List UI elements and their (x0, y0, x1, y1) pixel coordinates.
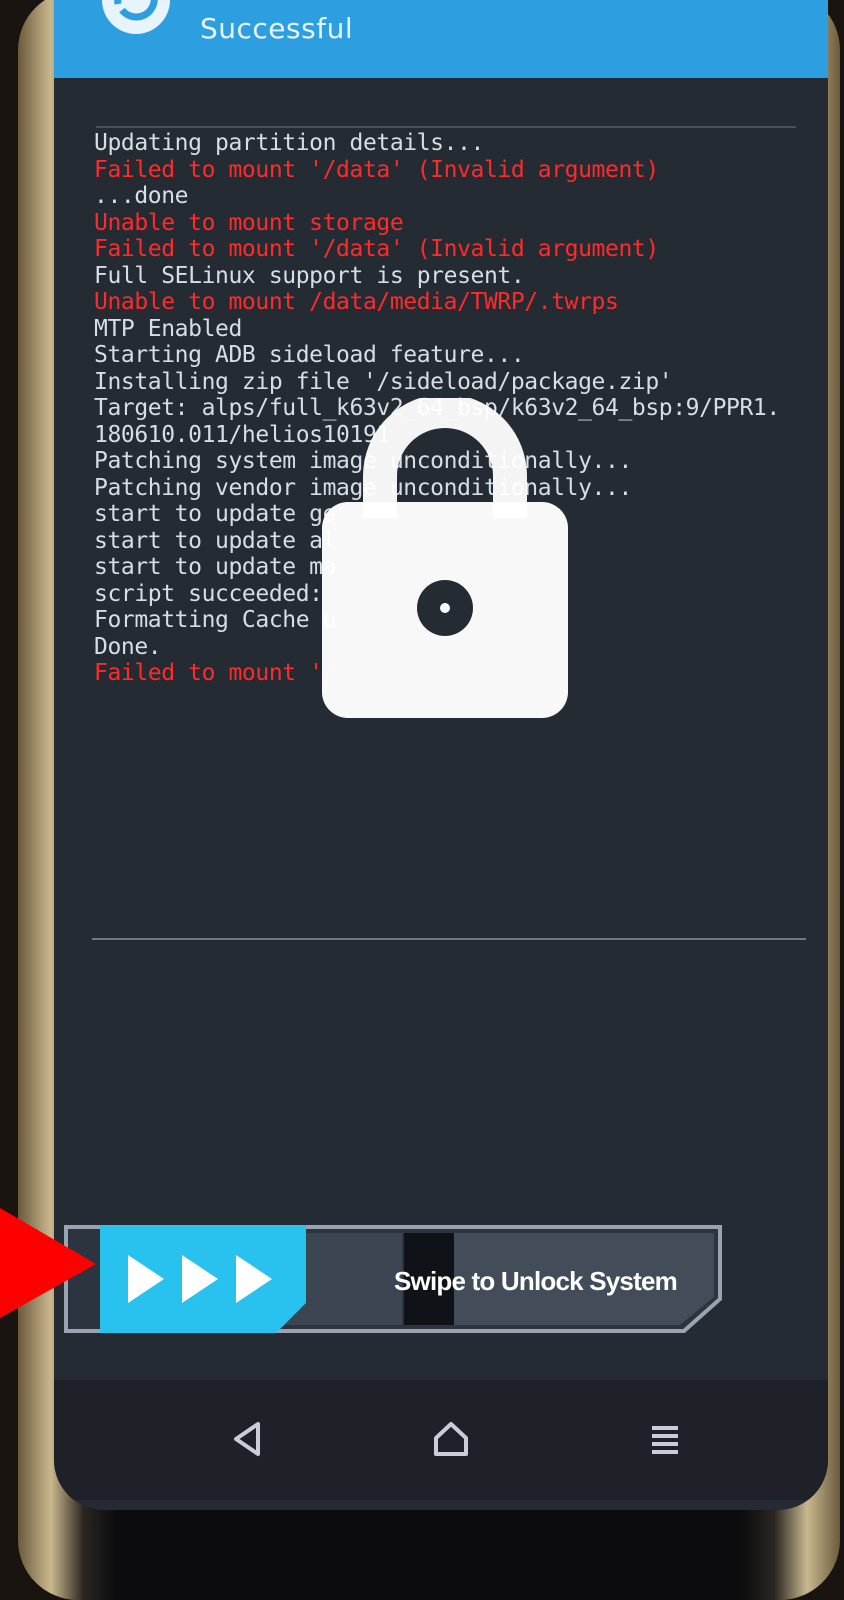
console-error-line: Unable to mount storage (94, 209, 404, 236)
console-error-line: Failed to mount '/data' (Invalid argumen… (94, 236, 659, 262)
phone-bezel: Successful Updating partition details...… (18, 0, 840, 1600)
console-line: ...done (94, 183, 189, 209)
menu-icon[interactable] (640, 1414, 690, 1464)
lock-icon (322, 398, 568, 718)
console-line: Full SELinux support is present. (94, 262, 525, 289)
console-line: Installing zip file '/sideload/package.z… (94, 368, 673, 395)
red-arrow-icon (0, 1208, 96, 1318)
slider-handle[interactable] (100, 1225, 306, 1333)
console-line: Starting ADB sideload feature... (94, 342, 525, 368)
console-line: Updating partition details... (94, 130, 484, 156)
console-bottom-divider (92, 938, 806, 940)
refresh-icon (102, 0, 170, 34)
slider-label: Swipe to Unlock System (394, 1266, 678, 1296)
back-triangle-icon[interactable] (222, 1414, 272, 1464)
home-icon[interactable] (426, 1414, 476, 1464)
console-error-line: Failed to mount '/data' (Invalid argumen… (94, 156, 659, 183)
console-error-line: Unable to mount /data/media/TWRP/.twrps (94, 289, 619, 315)
console-top-divider (96, 126, 796, 128)
navigation-bar (54, 1380, 828, 1500)
console-line: MTP Enabled (94, 315, 242, 342)
header-bar: Successful (54, 0, 828, 78)
page-title: Successful (200, 12, 354, 45)
